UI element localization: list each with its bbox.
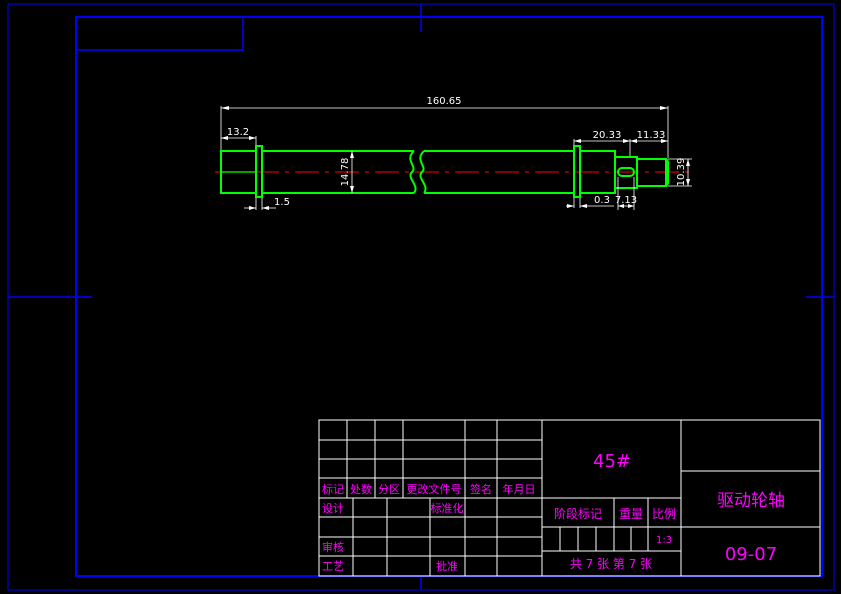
header-change-doc: 更改文件号 [407, 482, 462, 496]
part-name: 驱动轮轴 [717, 491, 785, 511]
role-standardization: 标准化 [431, 501, 464, 515]
header-mark: 标记 [322, 482, 344, 496]
dim-end-diameter: 10.39 [676, 158, 687, 187]
weight-label: 重量 [619, 507, 643, 521]
dim-step-small: 0.3 [594, 195, 610, 206]
role-process: 工艺 [322, 560, 344, 573]
dim-right-end: 11.33 [637, 130, 666, 141]
header-date: 年月日 [503, 482, 536, 496]
header-zone: 分区 [378, 483, 400, 496]
material-label: 45# [593, 451, 631, 472]
engineering-drawing: 160.65 13.2 20.33 11.33 14.78 10.39 1.5 … [7, 3, 835, 591]
dim-main-diameter: 14.78 [340, 158, 351, 187]
drawing-number: 09-07 [725, 544, 777, 565]
sheet-count: 共 7 张 第 7 张 [570, 557, 652, 571]
title-block-texts: 标记 处数 分区 更改文件号 签名 年月日 设计 标准化 审核 工艺 批准 45… [322, 451, 785, 573]
dim-left-shoulder: 13.2 [227, 127, 249, 138]
dim-keyway-length: 7.13 [615, 195, 637, 206]
stage-mark-label: 阶段标记 [554, 506, 602, 521]
scale-value: 1:3 [656, 535, 672, 546]
dim-groove-width: 1.5 [274, 197, 290, 208]
dim-overall-length: 160.65 [427, 96, 462, 107]
role-review: 审核 [322, 540, 344, 554]
scale-label: 比例 [652, 507, 676, 521]
role-design: 设计 [322, 502, 344, 515]
role-approval: 批准 [436, 559, 458, 573]
dim-right-section: 20.33 [593, 130, 622, 141]
header-count: 处数 [350, 483, 372, 496]
drawing-frame [7, 3, 835, 591]
header-signature: 签名 [470, 482, 492, 496]
